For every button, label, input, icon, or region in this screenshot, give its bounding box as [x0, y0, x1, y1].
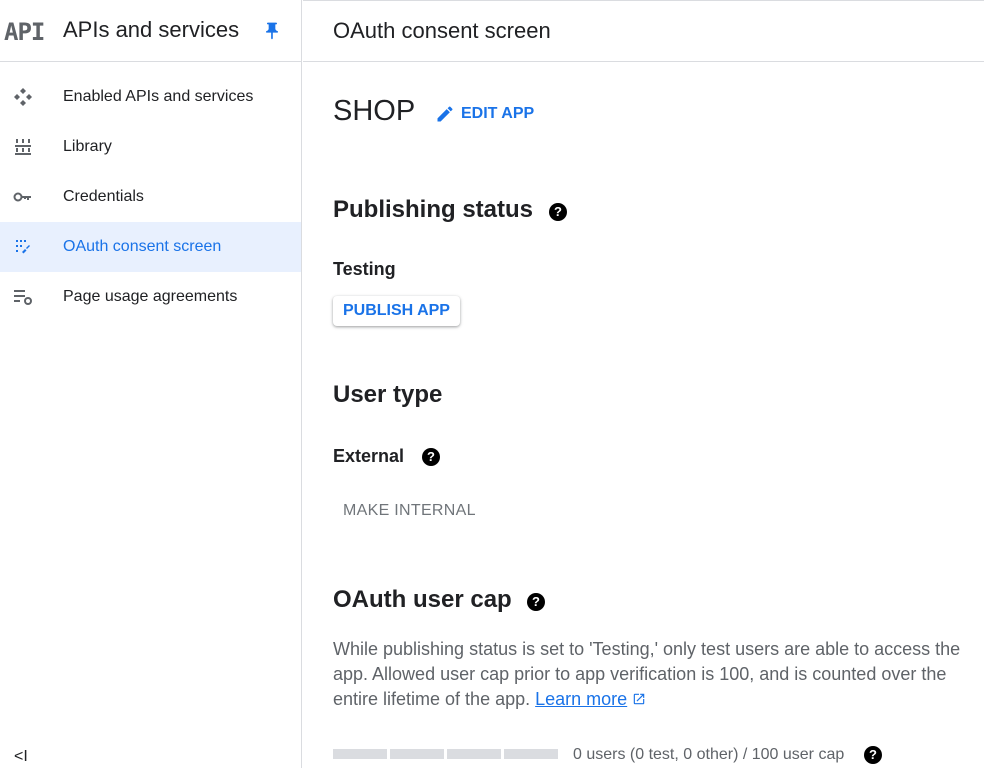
help-icon[interactable]: ? [549, 203, 567, 221]
collapse-sidebar-button[interactable]: <I [14, 748, 28, 766]
api-logo: API [4, 18, 45, 46]
publish-app-button[interactable]: PUBLISH APP [333, 296, 460, 326]
help-icon[interactable]: ? [422, 448, 440, 466]
sidebar-item-credentials[interactable]: Credentials [0, 172, 301, 222]
settings-list-icon [13, 287, 33, 307]
progress-segment [333, 749, 387, 759]
progress-segment [447, 749, 501, 759]
publishing-status-heading: Publishing status [333, 196, 534, 223]
sidebar-item-label: Credentials [63, 188, 144, 205]
sidebar-item-label: Page usage agreements [63, 288, 238, 305]
sidebar-nav: Enabled APIs and services Library Creden… [0, 72, 301, 322]
user-type-heading: User type [333, 381, 443, 408]
pin-icon[interactable] [262, 21, 282, 41]
publishing-status-value: Testing [333, 259, 396, 279]
library-icon [13, 137, 33, 157]
sidebar: API APIs and services Enabled APIs and s… [0, 0, 302, 768]
make-internal-button: MAKE INTERNAL [333, 496, 486, 526]
help-icon[interactable]: ? [527, 593, 545, 611]
sidebar-title: APIs and services [63, 17, 240, 42]
user-cap-row: 0 users (0 test, 0 other) / 100 user cap… [333, 746, 978, 764]
user-type-value: External [333, 446, 405, 466]
consent-icon [13, 237, 33, 257]
sidebar-item-library[interactable]: Library [0, 122, 301, 172]
help-icon[interactable]: ? [864, 746, 882, 764]
key-icon [13, 187, 33, 207]
main-header: OAuth consent screen [303, 0, 984, 62]
user-cap-description: While publishing status is set to 'Testi… [333, 637, 978, 712]
user-cap-text: 0 users (0 test, 0 other) / 100 user cap [573, 746, 845, 763]
app-name: SHOP [333, 95, 416, 127]
external-link-icon[interactable] [632, 692, 646, 706]
sidebar-item-label: Enabled APIs and services [63, 88, 254, 105]
progress-segment [390, 749, 444, 759]
sidebar-header: API APIs and services [0, 0, 301, 62]
edit-app-button[interactable]: EDIT APP [435, 104, 534, 124]
sidebar-item-oauth-consent[interactable]: OAuth consent screen [0, 222, 301, 272]
progress-segment [504, 749, 558, 759]
page-title: OAuth consent screen [333, 18, 551, 43]
api-diamond-icon [13, 87, 33, 107]
oauth-user-cap-heading: OAuth user cap [333, 586, 512, 613]
pencil-icon [437, 106, 453, 122]
main-panel: OAuth consent screen SHOP EDIT APP Publi… [303, 0, 984, 768]
user-cap-progress-bar [333, 749, 558, 759]
user-cap-description-text: While publishing status is set to 'Testi… [333, 639, 961, 709]
sidebar-item-label: Library [63, 138, 112, 155]
sidebar-item-enabled-apis[interactable]: Enabled APIs and services [0, 72, 301, 122]
sidebar-item-label: OAuth consent screen [63, 238, 222, 255]
learn-more-link[interactable]: Learn more [535, 689, 627, 709]
edit-app-label: EDIT APP [461, 105, 535, 122]
sidebar-item-page-usage[interactable]: Page usage agreements [0, 272, 301, 322]
